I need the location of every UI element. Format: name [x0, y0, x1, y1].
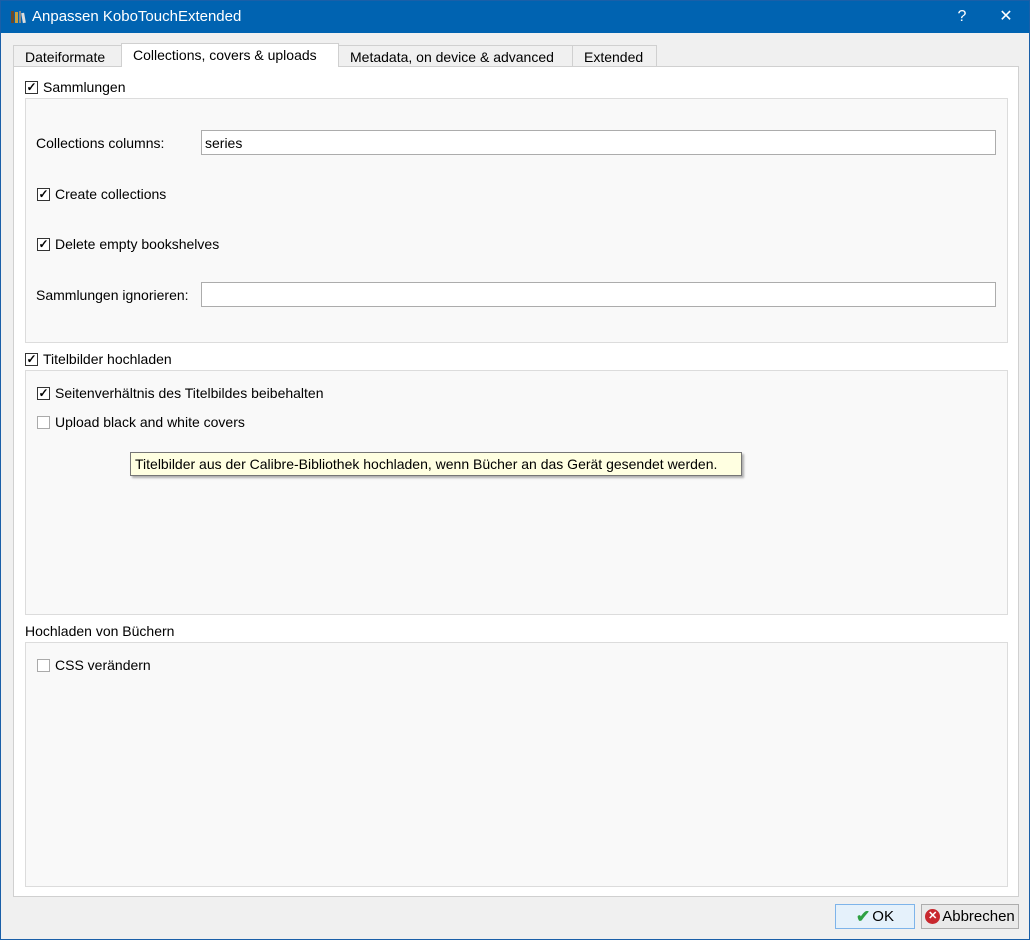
ok-button[interactable]: ✔ OK [835, 904, 915, 929]
collections-columns-input[interactable]: series [201, 130, 996, 155]
book-upload-heading: Hochladen von Büchern [25, 623, 175, 639]
ignore-collections-label: Sammlungen ignorieren: [36, 287, 189, 303]
checkmark-icon: ✔ [856, 906, 871, 926]
help-button[interactable]: ? [939, 1, 985, 33]
bw-covers-checkbox[interactable]: Upload black and white covers [37, 414, 245, 430]
checkbox-checked-icon: ✓ [37, 236, 50, 251]
tab-extended[interactable]: Extended [572, 45, 657, 67]
delete-empty-bookshelves-checkbox[interactable]: ✓ Delete empty bookshelves [37, 236, 219, 252]
upload-covers-label: Titelbilder hochladen [43, 351, 172, 367]
sammlungen-checkbox[interactable]: ✓ Sammlungen [25, 79, 126, 95]
cancel-x-icon: ✕ [925, 909, 941, 924]
delete-empty-label: Delete empty bookshelves [55, 236, 220, 252]
create-collections-checkbox[interactable]: ✓ Create collections [37, 186, 166, 202]
window-title: Anpassen KoboTouchExtended [32, 8, 242, 25]
ignore-collections-input[interactable] [201, 282, 996, 307]
tooltip: Titelbilder aus der Calibre-Bibliothek h… [130, 452, 742, 476]
tab-dateiformate[interactable]: Dateiformate [13, 45, 122, 67]
keep-aspect-ratio-label: Seitenverhältnis des Titelbildes beibeha… [55, 385, 324, 401]
book-upload-group [25, 642, 1008, 887]
modify-css-checkbox[interactable]: CSS verändern [37, 657, 151, 673]
ok-label: OK [872, 908, 894, 925]
cancel-label: Abbrechen [942, 908, 1015, 925]
checkbox-checked-icon: ✓ [37, 385, 50, 400]
upload-covers-checkbox[interactable]: ✓ Titelbilder hochladen [25, 351, 172, 367]
sammlungen-label: Sammlungen [43, 79, 126, 95]
checkbox-checked-icon: ✓ [25, 79, 38, 94]
dialog-window: Anpassen KoboTouchExtended ? ✕ Dateiform… [0, 0, 1030, 940]
title-bar: Anpassen KoboTouchExtended ? ✕ [1, 1, 1029, 33]
checkbox-unchecked-icon [37, 658, 50, 672]
create-collections-label: Create collections [55, 186, 167, 202]
tab-metadata[interactable]: Metadata, on device & advanced [338, 45, 573, 67]
checkbox-unchecked-icon [37, 415, 50, 429]
checkbox-checked-icon: ✓ [37, 186, 50, 201]
calibre-books-icon [11, 11, 26, 24]
tab-collections-covers-uploads[interactable]: Collections, covers & uploads [121, 43, 339, 67]
checkbox-checked-icon: ✓ [25, 351, 38, 366]
cancel-button[interactable]: ✕ Abbrechen [921, 904, 1019, 929]
close-button[interactable]: ✕ [983, 1, 1029, 33]
collections-columns-label: Collections columns: [36, 135, 165, 151]
modify-css-label: CSS verändern [55, 657, 151, 673]
bw-covers-label: Upload black and white covers [55, 414, 245, 430]
covers-group [25, 370, 1008, 615]
keep-aspect-ratio-checkbox[interactable]: ✓ Seitenverhältnis des Titelbildes beibeh… [37, 385, 324, 401]
